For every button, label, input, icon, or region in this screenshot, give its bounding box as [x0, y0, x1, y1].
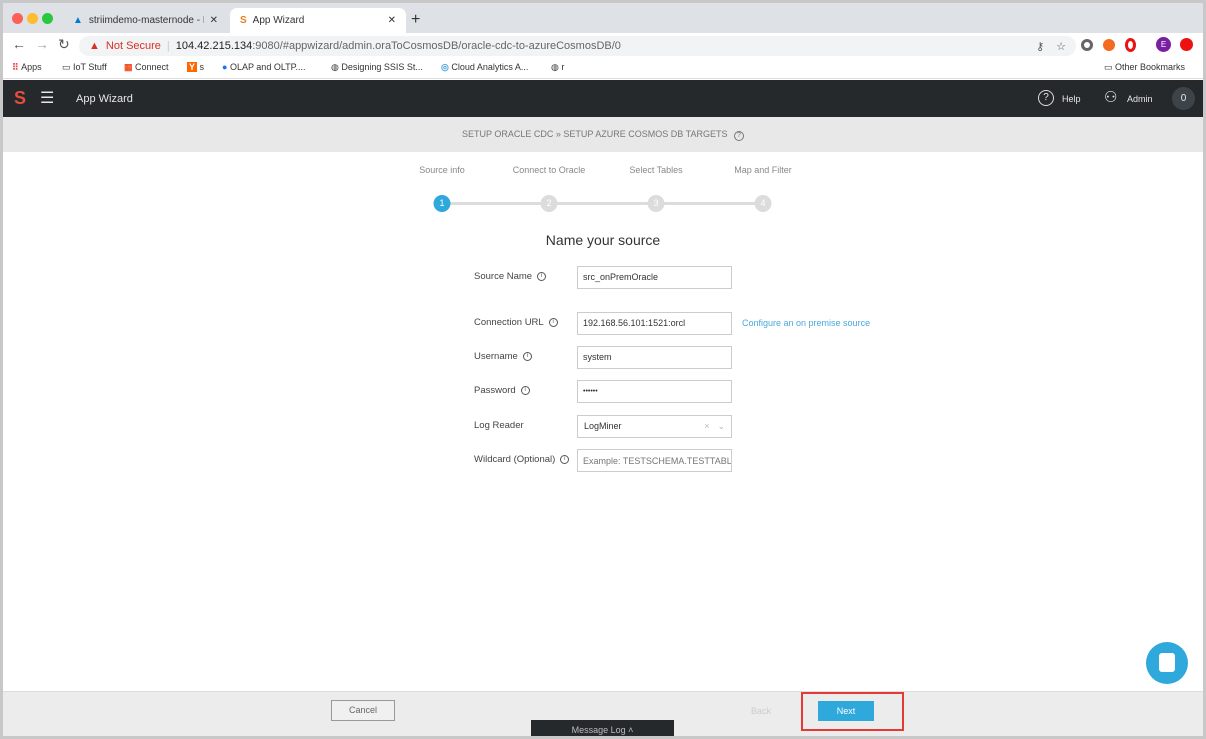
bookmarks-bar: ⠿ Apps ▭ IoT Stuff ▦ Connect Y s ● OLAP … [3, 57, 1203, 79]
key-icon[interactable]: ⚷ [1036, 40, 1044, 53]
help-icon[interactable]: ? [1038, 90, 1054, 106]
warning-icon: ▲ [89, 40, 100, 52]
breadcrumb-step-1[interactable]: SETUP ORACLE CDC [462, 129, 553, 139]
bookmark-connect[interactable]: ▦ Connect [124, 62, 169, 73]
next-button[interactable]: Next [818, 701, 874, 721]
info-icon[interactable]: i [560, 455, 570, 464]
close-tab-icon[interactable]: ✕ [388, 15, 396, 26]
info-icon[interactable]: i [520, 386, 530, 395]
azure-icon: ▲ [73, 15, 83, 26]
username-label: Username i [474, 351, 532, 362]
browser-tab[interactable]: ▲ striimdemo-masternode - Micr ✕ [63, 8, 228, 33]
close-tab-icon[interactable]: ✕ [210, 15, 218, 26]
chevron-down-icon[interactable]: ⌄ [717, 416, 725, 437]
wildcard-label: Wildcard (Optional) i [474, 454, 570, 465]
username-input[interactable]: system [577, 346, 732, 369]
cancel-button[interactable]: Cancel [331, 700, 395, 721]
close-window-button[interactable] [12, 13, 23, 24]
step-circle: 4 [754, 195, 772, 212]
step-circle-active: 1 [433, 195, 451, 212]
opera-icon[interactable] [1125, 38, 1136, 52]
step-label: Connect to Oracle [512, 165, 586, 175]
user-menu[interactable]: Admin [1127, 94, 1153, 104]
browser-tab-active[interactable]: S App Wizard ✕ [230, 8, 406, 33]
step-label: Source info [419, 165, 465, 175]
step-circle: 3 [647, 195, 665, 212]
bookmark-r[interactable]: ◍ r [551, 62, 564, 73]
password-input[interactable]: •••••• [577, 380, 732, 403]
new-tab-button[interactable]: + [411, 11, 420, 29]
chat-button[interactable] [1146, 642, 1188, 684]
source-name-input[interactable]: src_onPremOracle [577, 266, 732, 289]
connection-url-input[interactable]: 192.168.56.101:1521:orcl [577, 312, 732, 335]
back-icon[interactable]: ← [12, 36, 26, 52]
bookmark-s[interactable]: Y s [187, 62, 204, 72]
forward-icon[interactable]: → [35, 36, 49, 52]
help-icon[interactable]: ? [733, 131, 744, 141]
app-title: App Wizard [76, 93, 133, 105]
bookmark-cloud-analytics[interactable]: ◎ Cloud Analytics A... [441, 62, 528, 73]
reload-icon[interactable]: ↻ [58, 36, 70, 53]
chat-icon [1159, 653, 1175, 672]
log-reader-label: Log Reader [474, 420, 524, 431]
notification-badge[interactable]: 0 [1172, 87, 1195, 110]
bookmark-olap[interactable]: ● OLAP and OLTP.... [222, 62, 306, 72]
info-icon[interactable]: i [537, 272, 547, 281]
stepper-line [442, 202, 763, 205]
menu-icon[interactable]: ☰ [40, 88, 54, 108]
tab-bar: ▲ striimdemo-masternode - Micr ✕ S App W… [3, 3, 1203, 33]
info-icon[interactable]: i [548, 318, 558, 327]
maximize-window-button[interactable] [42, 13, 53, 24]
striim-icon: S [240, 15, 247, 26]
chevron-up-icon: ˄ [628, 725, 634, 735]
breadcrumb: SETUP ORACLE CDC » SETUP AZURE COSMOS DB… [3, 117, 1203, 152]
source-name-label: Source Name i [474, 271, 547, 282]
browser-window: ▲ striimdemo-masternode - Micr ✕ S App W… [3, 3, 1203, 736]
breadcrumb-step-2: SETUP AZURE COSMOS DB TARGETS [563, 129, 728, 139]
footer-bar: Cancel Back Next Message Log ˄ [3, 691, 1203, 736]
step-label: Select Tables [629, 165, 683, 175]
app-header: S ☰ App Wizard ? Help ⚇ Admin 0 [3, 80, 1203, 117]
connection-url-label: Connection URL i [474, 317, 558, 328]
bookmark-designing-ssis[interactable]: ◍ Designing SSIS St... [331, 62, 423, 73]
bookmark-apps[interactable]: ⠿ Apps [12, 62, 42, 73]
update-icon[interactable] [1180, 38, 1193, 51]
url-input[interactable]: ▲ Not Secure | 104.42.215.134:9080/#appw… [79, 36, 1076, 56]
striim-logo[interactable]: S [14, 88, 26, 109]
password-label: Password i [474, 385, 530, 396]
wildcard-input[interactable] [577, 449, 732, 472]
step-label: Map and Filter [734, 165, 792, 175]
profile-avatar[interactable]: E [1156, 37, 1171, 52]
extension-icon[interactable] [1081, 39, 1093, 51]
extension-icon[interactable] [1103, 39, 1115, 51]
form-title: Name your source [545, 232, 661, 248]
configure-on-premise-link[interactable]: Configure an on premise source [742, 318, 870, 328]
star-icon[interactable]: ☆ [1056, 40, 1066, 53]
log-reader-select[interactable]: LogMiner × ⌄ [577, 415, 732, 438]
back-button[interactable]: Back [751, 706, 771, 716]
other-bookmarks[interactable]: ▭ Other Bookmarks [1104, 62, 1185, 73]
info-icon[interactable]: i [522, 352, 532, 361]
minimize-window-button[interactable] [27, 13, 38, 24]
help-link[interactable]: Help [1062, 94, 1081, 104]
clear-icon[interactable]: × [704, 416, 709, 437]
step-circle: 2 [540, 195, 558, 212]
message-log-toggle[interactable]: Message Log ˄ [531, 720, 674, 736]
bookmark-iot-stuff[interactable]: ▭ IoT Stuff [62, 62, 107, 73]
user-icon[interactable]: ⚇ [1104, 88, 1117, 106]
